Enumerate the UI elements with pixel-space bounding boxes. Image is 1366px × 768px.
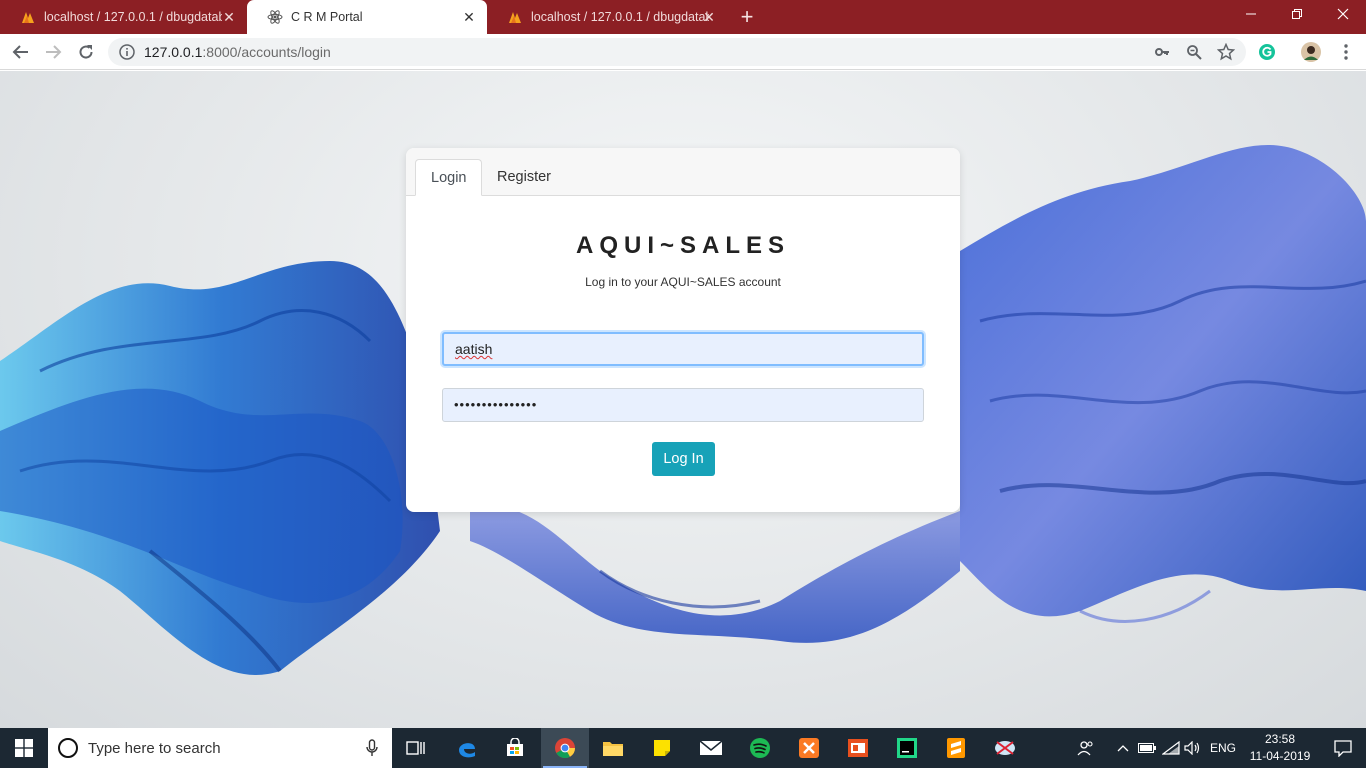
- close-window-button[interactable]: [1320, 0, 1366, 30]
- file-explorer-icon[interactable]: [589, 728, 637, 768]
- username-field[interactable]: aatish: [442, 332, 924, 366]
- reload-icon: [79, 45, 93, 59]
- sticky-notes-icon[interactable]: [638, 728, 686, 768]
- url-text: 127.0.0.1:8000/accounts/login: [144, 44, 331, 60]
- browser-toolbar: 127.0.0.1:8000/accounts/login: [0, 34, 1366, 70]
- brand-title: AQUI~SALES: [575, 232, 791, 259]
- forward-button[interactable]: [41, 40, 65, 64]
- login-page: Login Register AQUI~SALES Log in to your…: [0, 71, 1366, 728]
- address-bar[interactable]: 127.0.0.1:8000/accounts/login: [108, 38, 1246, 66]
- close-tab-icon[interactable]: ✕: [221, 9, 237, 25]
- browser-tab-phpmyadmin-2[interactable]: localhost / 127.0.0.1 / dbugdatab ✕: [487, 0, 727, 34]
- task-view-icon[interactable]: [392, 728, 440, 768]
- forward-arrow-icon: [46, 45, 62, 59]
- reload-button[interactable]: [74, 40, 98, 64]
- store-icon[interactable]: [491, 728, 539, 768]
- grammarly-icon[interactable]: [1257, 42, 1277, 62]
- minimize-button[interactable]: [1228, 0, 1274, 30]
- username-value: aatish: [455, 341, 493, 357]
- new-tab-button[interactable]: +: [736, 6, 758, 28]
- profile-avatar[interactable]: [1301, 42, 1321, 62]
- clock-time: 23:58: [1264, 732, 1296, 746]
- notification-center-icon[interactable]: [1320, 728, 1366, 768]
- battery-icon[interactable]: [1136, 728, 1158, 768]
- language-indicator[interactable]: ENG: [1206, 728, 1240, 768]
- clock-date: 11-04-2019: [1249, 749, 1311, 763]
- url-host: 127.0.0.1: [144, 44, 203, 60]
- browser-titlebar: localhost / 127.0.0.1 / dbugdatab ✕ C R …: [0, 0, 1366, 34]
- volume-icon[interactable]: [1182, 728, 1204, 768]
- sublime-text-icon[interactable]: [932, 728, 980, 768]
- tab-title: localhost / 127.0.0.1 / dbugdatab: [531, 10, 709, 24]
- phpmyadmin-icon: [22, 12, 34, 23]
- browser-tab-phpmyadmin-1[interactable]: localhost / 127.0.0.1 / dbugdatab ✕: [0, 0, 247, 34]
- browser-tab-crm-portal[interactable]: C R M Portal ✕: [247, 0, 487, 34]
- search-placeholder: Type here to search: [88, 739, 221, 757]
- login-card: Login Register AQUI~SALES Log in to your…: [406, 148, 960, 512]
- start-button[interactable]: [0, 728, 48, 768]
- edge-browser-icon[interactable]: [443, 728, 491, 768]
- close-tab-icon[interactable]: ✕: [701, 9, 717, 25]
- close-tab-icon[interactable]: ✕: [461, 9, 477, 25]
- card-tabs: Login Register: [406, 148, 960, 196]
- login-button[interactable]: Log In: [652, 442, 715, 476]
- taskbar-search[interactable]: Type here to search: [48, 728, 392, 768]
- minimize-icon: [1246, 13, 1256, 15]
- zoom-icon[interactable]: [1184, 42, 1204, 62]
- url-path: :8000/accounts/login: [202, 44, 331, 60]
- spotify-icon[interactable]: [736, 728, 784, 768]
- phpmyadmin-icon: [509, 12, 521, 23]
- xampp-icon[interactable]: [785, 728, 833, 768]
- windows-logo-icon: [15, 739, 33, 757]
- people-icon[interactable]: [1072, 728, 1100, 768]
- wifi-icon[interactable]: [1160, 728, 1182, 768]
- snipping-tool-icon[interactable]: [981, 728, 1029, 768]
- chevron-up-icon[interactable]: [1112, 728, 1134, 768]
- tab-title: localhost / 127.0.0.1 / dbugdatab: [44, 10, 222, 24]
- tab-title: C R M Portal: [291, 10, 363, 24]
- bookmark-star-icon[interactable]: [1216, 42, 1236, 62]
- tab-login[interactable]: Login: [415, 159, 483, 196]
- microphone-icon[interactable]: [366, 739, 378, 757]
- pycharm-icon[interactable]: [883, 728, 931, 768]
- system-clock[interactable]: 23:58 11-04-2019: [1240, 731, 1320, 765]
- login-tagline: Log in to your AQUI~SALES account: [585, 275, 781, 289]
- presentation-app-icon[interactable]: [834, 728, 882, 768]
- windows-taskbar: Type here to search ENG 23:58 11-04-2019: [0, 728, 1366, 768]
- back-button[interactable]: [9, 40, 33, 64]
- close-icon: [1337, 8, 1349, 20]
- password-value: •••••••••••••••: [454, 397, 538, 412]
- back-arrow-icon: [12, 45, 28, 59]
- menu-dots-icon[interactable]: [1336, 42, 1356, 62]
- key-icon[interactable]: [1152, 42, 1172, 62]
- tab-register[interactable]: Register: [482, 159, 566, 196]
- info-icon[interactable]: [118, 43, 136, 61]
- mail-icon[interactable]: [687, 728, 735, 768]
- chrome-icon[interactable]: [541, 728, 589, 768]
- restore-button[interactable]: [1274, 0, 1320, 30]
- react-atom-icon: [267, 10, 283, 24]
- password-field[interactable]: •••••••••••••••: [442, 388, 924, 422]
- cortana-icon: [58, 738, 78, 758]
- restore-icon: [1292, 9, 1302, 19]
